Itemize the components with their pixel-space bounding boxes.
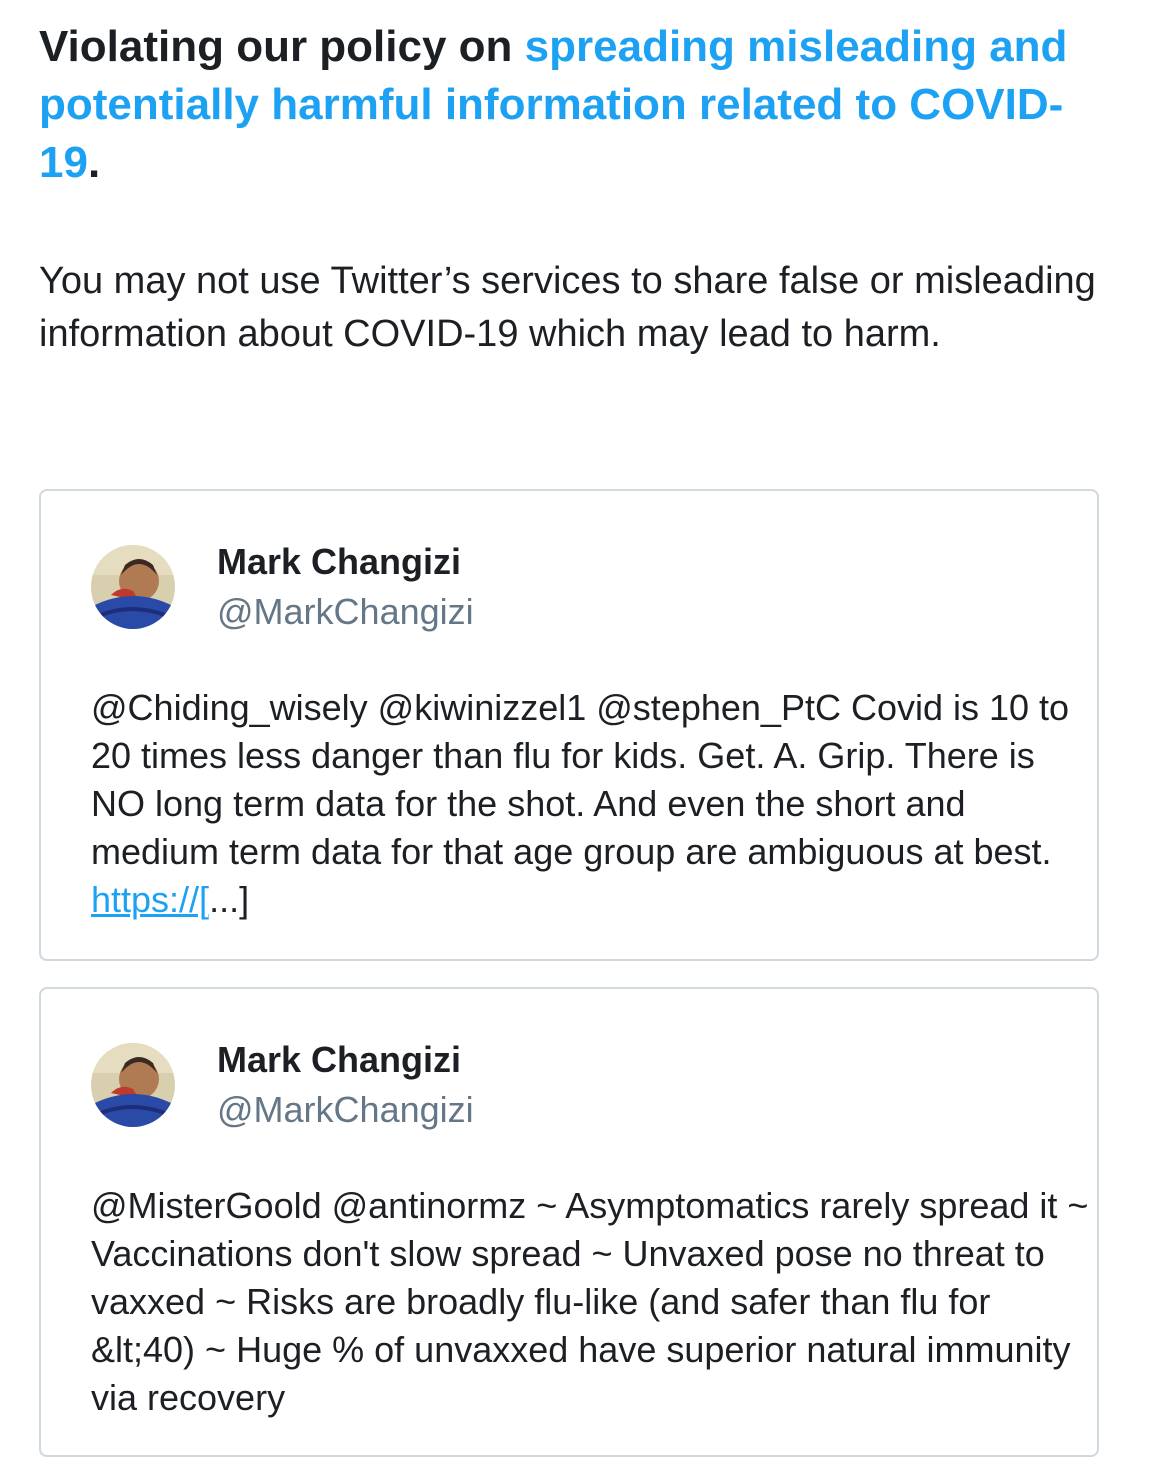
tweet-card[interactable]: Mark Changizi @MarkChangizi @MisterGoold… — [39, 987, 1099, 1457]
tweet-text: @Chiding_wisely @kiwinizzel1 @stephen_Pt… — [91, 684, 1096, 924]
tweet-link[interactable]: https://[ — [91, 879, 209, 920]
tweet-body: @Chiding_wisely @kiwinizzel1 @stephen_Pt… — [91, 687, 1070, 872]
policy-description: You may not use Twitter’s services to sh… — [39, 260, 1096, 355]
author-handle[interactable]: @MarkChangizi — [217, 591, 474, 633]
profile-photo-icon — [91, 545, 175, 629]
heading-prefix: Violating our policy on — [39, 22, 525, 71]
heading-suffix: . — [87, 138, 101, 187]
tweet-ellipsis: ...] — [209, 879, 250, 920]
avatar[interactable] — [91, 1043, 175, 1127]
author-name[interactable]: Mark Changizi — [217, 1039, 461, 1081]
avatar[interactable] — [91, 545, 175, 629]
profile-photo-icon — [91, 1043, 175, 1127]
policy-heading: Violating our policy on spreading mislea… — [39, 18, 1119, 192]
author-handle[interactable]: @MarkChangizi — [217, 1089, 474, 1131]
tweet-card[interactable]: Mark Changizi @MarkChangizi @Chiding_wis… — [39, 489, 1099, 961]
tweet-text: @MisterGoold @antinormz ~ Asymptomatics … — [91, 1185, 1089, 1418]
author-name[interactable]: Mark Changizi — [217, 541, 461, 583]
